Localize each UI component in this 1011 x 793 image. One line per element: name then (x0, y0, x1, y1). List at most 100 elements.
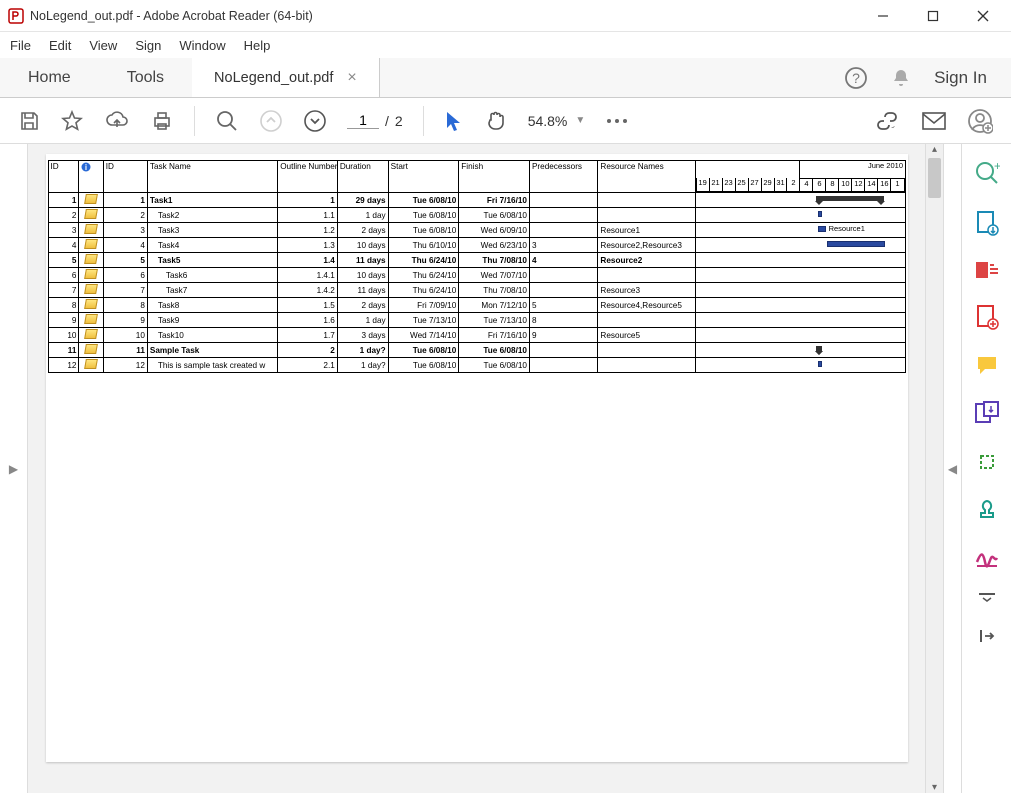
menu-sign[interactable]: Sign (135, 38, 161, 53)
close-tab-icon[interactable]: × (347, 69, 356, 87)
col-id1: ID (48, 161, 79, 193)
col-finish: Finish (459, 161, 530, 193)
timeline-tick: 27 (748, 178, 761, 191)
timeline-tick: 25 (735, 178, 748, 191)
table-row: 44Task41.310 daysThu 6/10/10Wed 6/23/103… (48, 238, 905, 253)
bell-icon[interactable] (890, 67, 912, 89)
menubar: File Edit View Sign Window Help (0, 32, 1011, 58)
page-number-control: / 2 (347, 112, 403, 129)
timeline-tick: 6 (813, 178, 826, 191)
tab-document-label: NoLegend_out.pdf (214, 70, 333, 86)
save-icon[interactable] (18, 110, 40, 132)
timeline-tick: 16 (878, 178, 891, 191)
sign-icon[interactable] (974, 546, 1000, 568)
table-row: 11Task1129 daysTue 6/08/10Fri 7/16/10 (48, 193, 905, 208)
page-total: 2 (395, 113, 403, 129)
window-title: NoLegend_out.pdf - Adobe Acrobat Reader … (30, 9, 863, 23)
search-tool-icon[interactable]: + (974, 160, 1000, 186)
col-id2: ID (103, 161, 147, 193)
col-start: Start (388, 161, 459, 193)
export-pdf-icon[interactable] (975, 210, 999, 236)
cloud-upload-icon[interactable] (104, 110, 130, 132)
organize-icon[interactable] (974, 260, 1000, 280)
zoom-dropdown-icon[interactable]: ▼ (575, 115, 585, 126)
timeline-tick: 31 (774, 178, 787, 191)
vertical-scrollbar[interactable]: ▴ ▾ (925, 144, 943, 793)
zoom-find-icon[interactable] (215, 109, 239, 133)
timeline-tick: 19 (696, 178, 709, 191)
toolbar: / 2 54.8% ▼ (0, 98, 1011, 144)
select-tool-icon[interactable] (444, 110, 464, 132)
menu-file[interactable]: File (10, 38, 31, 53)
timeline-tick: 8 (826, 178, 839, 191)
timeline-tick: 23 (722, 178, 735, 191)
svg-text:?: ? (852, 70, 860, 86)
table-row: 99Task91.61 dayTue 7/13/10Tue 7/13/108 (48, 313, 905, 328)
svg-text:+: + (994, 160, 1000, 173)
timeline-tick: 14 (865, 178, 878, 191)
create-pdf-icon[interactable] (975, 304, 999, 330)
right-panel-toggle[interactable]: ◀ (943, 144, 961, 793)
timeline-tick: 1 (891, 178, 904, 191)
share-link-icon[interactable] (875, 110, 901, 132)
menu-edit[interactable]: Edit (49, 38, 71, 53)
more-tools-icon[interactable] (977, 592, 997, 602)
tabbar: Home Tools NoLegend_out.pdf × ? Sign In (0, 58, 1011, 98)
zoom-value: 54.8% (528, 113, 568, 129)
account-icon[interactable] (967, 108, 993, 134)
help-icon[interactable]: ? (844, 66, 868, 90)
table-row: 66Task61.4.110 daysThu 6/24/10Wed 7/07/1… (48, 268, 905, 283)
mail-icon[interactable] (921, 111, 947, 131)
table-row: 22Task21.11 dayTue 6/08/10Tue 6/08/10 (48, 208, 905, 223)
col-info: i (79, 161, 103, 193)
left-panel-toggle[interactable]: ▶ (0, 144, 28, 793)
minimize-button[interactable] (863, 2, 903, 30)
timeline-tick: 2 (787, 178, 800, 191)
table-row: 77Task71.4.211 daysThu 6/24/10Thu 7/08/1… (48, 283, 905, 298)
tab-tools[interactable]: Tools (99, 58, 192, 97)
col-res: Resource Names (598, 161, 695, 193)
page-up-icon[interactable] (259, 109, 283, 133)
table-row: 1010Task101.73 daysWed 7/14/10Fri 7/16/1… (48, 328, 905, 343)
star-icon[interactable] (60, 109, 84, 133)
menu-view[interactable]: View (89, 38, 117, 53)
collapse-panel-icon[interactable] (977, 626, 997, 646)
page-down-icon[interactable] (303, 109, 327, 133)
col-outline: Outline Number (278, 161, 338, 193)
col-duration: Duration (337, 161, 388, 193)
right-tool-panel: + (961, 144, 1011, 793)
table-row: 88Task81.52 daysFri 7/09/10Mon 7/12/105R… (48, 298, 905, 313)
more-icon[interactable] (605, 117, 629, 125)
col-pred: Predecessors (529, 161, 597, 193)
combine-icon[interactable] (974, 400, 1000, 426)
table-row: 33Task31.22 daysTue 6/08/10Wed 6/09/10Re… (48, 223, 905, 238)
page-current-input[interactable] (347, 112, 379, 129)
timeline-tick: 21 (709, 178, 722, 191)
stamp-icon[interactable] (974, 498, 1000, 522)
hand-tool-icon[interactable] (484, 109, 508, 133)
document-view[interactable]: ID i ID Task Name Outline Number Duratio… (28, 144, 925, 793)
col-taskname: Task Name (147, 161, 277, 193)
maximize-button[interactable] (913, 2, 953, 30)
sign-in-button[interactable]: Sign In (934, 68, 987, 88)
print-icon[interactable] (150, 110, 174, 132)
close-button[interactable] (963, 2, 1003, 30)
tab-document[interactable]: NoLegend_out.pdf × (192, 58, 380, 97)
crop-icon[interactable] (975, 450, 999, 474)
page-sep: / (385, 113, 389, 129)
timeline-tick: 10 (839, 178, 852, 191)
menu-window[interactable]: Window (179, 38, 225, 53)
col-timeline: June 2010 192123252729312468101214161 (695, 161, 905, 193)
comment-icon[interactable] (975, 354, 999, 376)
timeline-tick: 12 (852, 178, 865, 191)
table-row: 1111Sample Task21 day?Tue 6/08/10Tue 6/0… (48, 343, 905, 358)
timeline-tick: 4 (800, 178, 813, 191)
menu-help[interactable]: Help (244, 38, 271, 53)
table-row: 1212This is sample task created w2.11 da… (48, 358, 905, 373)
pdf-page: ID i ID Task Name Outline Number Duratio… (46, 154, 908, 762)
app-icon (8, 8, 24, 24)
scrollbar-thumb[interactable] (928, 158, 941, 198)
timeline-tick: 29 (761, 178, 774, 191)
task-table: ID i ID Task Name Outline Number Duratio… (48, 160, 906, 373)
tab-home[interactable]: Home (0, 58, 99, 97)
